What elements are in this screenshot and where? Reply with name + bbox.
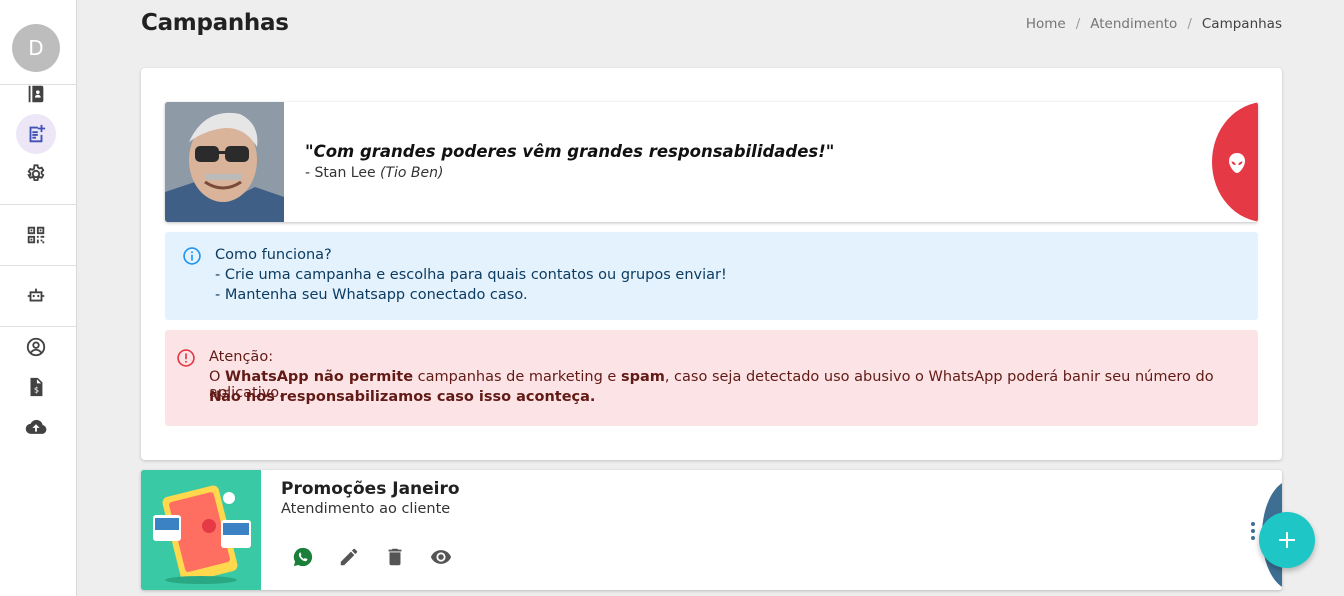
sidebar-item-profile[interactable] [16, 327, 56, 367]
breadcrumb-atendimento[interactable]: Atendimento [1090, 16, 1177, 32]
error-outline-icon [177, 349, 195, 367]
breadcrumb-home[interactable]: Home [1026, 16, 1066, 32]
delete-button[interactable] [383, 545, 407, 569]
warning-emphasis: spam [620, 369, 665, 385]
warning-disclaimer: Não nos responsabilizamos caso isso acon… [209, 389, 596, 405]
warning-title: Atenção: [209, 349, 274, 365]
pencil-icon [340, 548, 358, 566]
sidebar-item-campaigns[interactable] [16, 114, 56, 154]
quote-author-alias: (Tio Ben) [380, 165, 444, 181]
trash-icon [388, 548, 402, 566]
alien-icon [1229, 153, 1245, 173]
sidebar-item-qrcode[interactable] [16, 215, 56, 255]
quote-card: "Com grandes poderes vêm grandes respons… [165, 102, 1258, 222]
avatar[interactable]: D [12, 24, 60, 72]
cloud-upload-icon [25, 419, 47, 434]
campaign-subtitle: Atendimento ao cliente [281, 501, 451, 517]
warning-text: O [209, 369, 226, 385]
more-vert-icon[interactable] [1248, 520, 1258, 542]
page-title: Campanhas [141, 10, 289, 36]
info-alert: Como funciona? - Crie uma campanha e esc… [165, 232, 1258, 320]
sidebar-item-contacts[interactable] [16, 74, 56, 114]
sidebar-item-settings[interactable] [16, 154, 56, 194]
quote-portrait-image [165, 102, 284, 222]
invoice-icon: $ [30, 377, 43, 397]
warning-text: campanhas de marketing e [413, 369, 621, 385]
breadcrumb-separator: / [1187, 16, 1192, 32]
info-line: - Crie uma campanha e escolha para quais… [215, 267, 727, 283]
bot-icon [27, 288, 45, 302]
breadcrumb-separator: / [1075, 16, 1081, 32]
info-line: - Mantenha seu Whatsapp conectado caso. [215, 287, 528, 303]
user-circle-icon [26, 337, 46, 357]
warning-emphasis: WhatsApp não permite [225, 369, 414, 385]
view-button[interactable] [429, 545, 453, 569]
qr-code-icon [27, 226, 45, 244]
campaigns-info-card: "Com grandes poderes vêm grandes respons… [141, 68, 1282, 460]
campaign-card[interactable]: Promoções Janeiro Atendimento ao cliente [141, 470, 1282, 590]
campaign-note-icon [29, 124, 46, 143]
quote-text: "Com grandes poderes vêm grandes respons… [305, 142, 835, 161]
plus-icon [1279, 532, 1295, 548]
svg-text:$: $ [34, 385, 39, 395]
edit-button[interactable] [337, 545, 361, 569]
info-icon [183, 247, 201, 265]
eye-icon [430, 550, 452, 564]
campaign-actions [291, 545, 453, 569]
sidebar-item-financial[interactable]: $ [16, 367, 56, 407]
sidebar-item-upload[interactable] [16, 407, 56, 447]
contacts-book-icon [28, 85, 44, 103]
sidebar-divider [0, 204, 76, 205]
info-title: Como funciona? [215, 247, 332, 263]
whatsapp-button[interactable] [291, 545, 315, 569]
whatsapp-icon [293, 547, 313, 567]
quote-author-name: - Stan Lee [305, 165, 381, 181]
breadcrumb-current: Campanhas [1201, 16, 1282, 32]
campaign-thumbnail [141, 470, 261, 590]
sidebar-item-bot[interactable] [16, 276, 56, 316]
sidebar-divider [0, 265, 76, 266]
sidebar: D $ [0, 0, 77, 596]
breadcrumb: Home / Atendimento / Campanhas [1026, 16, 1282, 32]
campaign-title: Promoções Janeiro [281, 479, 460, 499]
gear-icon [27, 164, 45, 182]
warning-alert: Atenção: O WhatsApp não permite campanha… [165, 330, 1258, 426]
quote-author: - Stan Lee (Tio Ben) [305, 165, 444, 181]
add-campaign-button[interactable] [1259, 512, 1315, 568]
